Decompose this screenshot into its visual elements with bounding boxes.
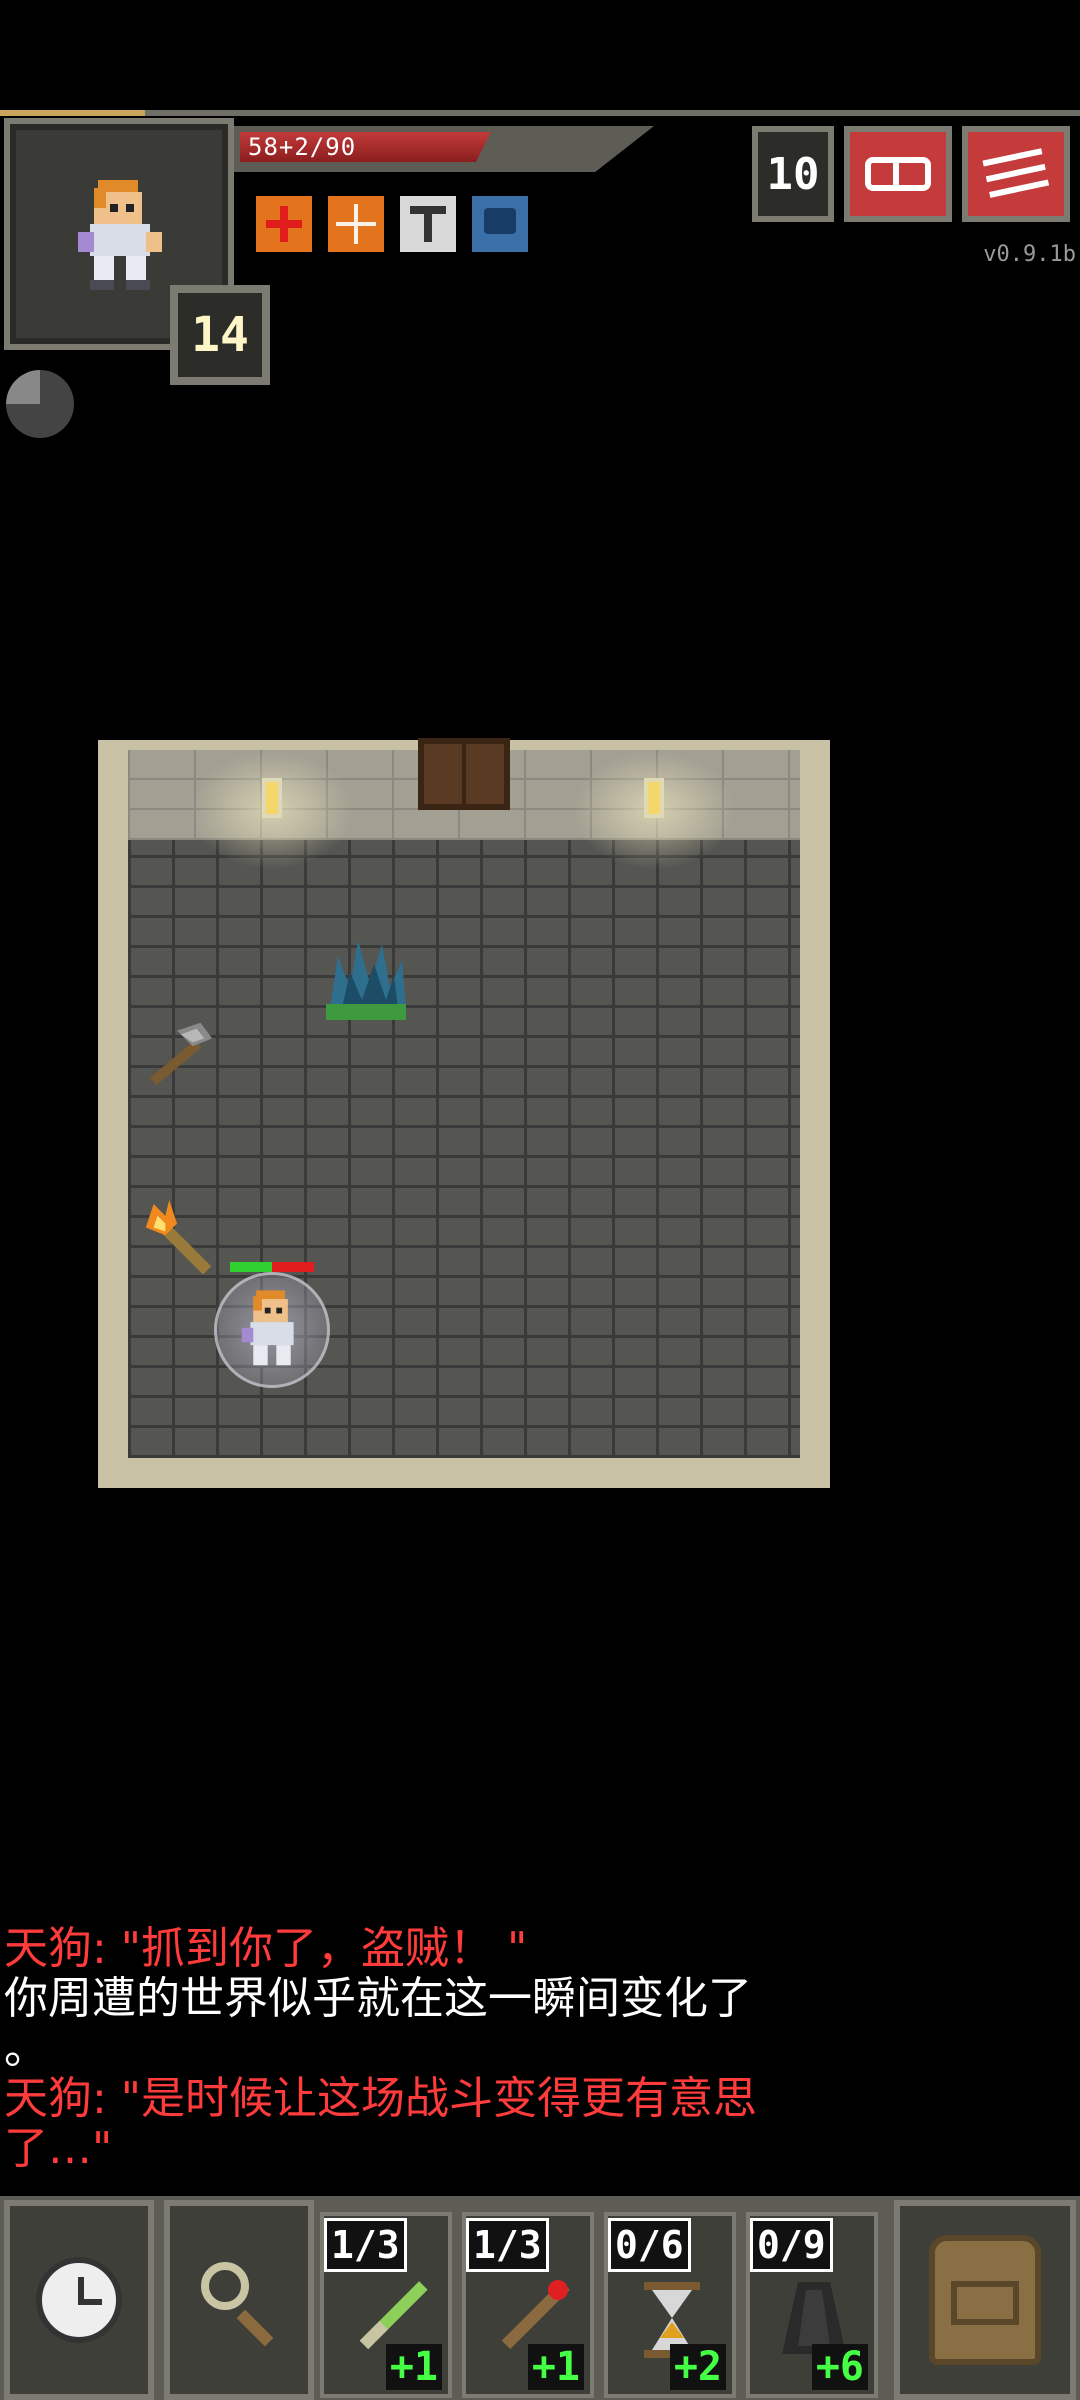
experience-bar xyxy=(0,110,145,116)
locked-floor-buff-icon[interactable] xyxy=(400,196,456,252)
hud-top-border xyxy=(0,110,1080,116)
hp-text: 58+2/90 xyxy=(248,133,357,161)
dungeon-depth-indicator[interactable]: 10 xyxy=(752,126,834,222)
quickslot-upgrade: +2 xyxy=(669,2344,726,2390)
wall-lamp-icon xyxy=(572,750,736,870)
hero-health-bar xyxy=(230,1262,272,1272)
quickslot-charges: 0/6 xyxy=(608,2218,691,2272)
quickslot-3[interactable]: 0/6 +2 xyxy=(604,2212,736,2398)
quickslot-charges: 1/3 xyxy=(324,2218,407,2272)
torch-icon[interactable] xyxy=(138,1200,216,1290)
quickslot-upgrade: +6 xyxy=(811,2344,868,2390)
log-line: 天狗: "抓到你了，盗贼！ " xyxy=(4,1923,528,1974)
magnifier-icon xyxy=(197,2258,281,2342)
journal-button[interactable] xyxy=(844,126,952,222)
shielded-buff-icon[interactable] xyxy=(328,196,384,252)
pickaxe-icon[interactable] xyxy=(134,1018,220,1094)
log-line: 了…" xyxy=(4,2123,113,2174)
quickslot-2[interactable]: 1/3 +1 xyxy=(462,2212,594,2398)
door[interactable] xyxy=(418,738,510,810)
hero-health-bar-missing xyxy=(272,1262,314,1272)
backpack-button[interactable] xyxy=(894,2200,1076,2400)
quickslot-charges: 0/9 xyxy=(750,2218,833,2272)
quickslot-1[interactable]: 1/3 +1 xyxy=(320,2212,452,2398)
message-log: 天狗: "抓到你了，盗贼！ " 你周遭的世界似乎就在这一瞬间变化了 。 天狗: … xyxy=(4,1924,864,2174)
hero-sprite-icon xyxy=(241,1290,294,1366)
hero-level-badge: 14 xyxy=(170,285,270,385)
log-line: 你周遭的世界似乎就在这一瞬间变化了 xyxy=(4,1973,752,2024)
wall-lamp-icon xyxy=(190,750,354,870)
log-line: 天狗: "是时候让这场战斗变得更有意思 xyxy=(4,2073,758,2124)
log-line: 。 xyxy=(4,2023,48,2074)
menu-button[interactable] xyxy=(962,126,1070,222)
version-label: v0.9.1b xyxy=(983,242,1076,267)
search-button[interactable] xyxy=(164,2200,314,2400)
journal-icon xyxy=(865,157,931,191)
plant-icon[interactable] xyxy=(318,928,414,1024)
clock-icon xyxy=(36,2257,122,2343)
quickslot-upgrade: +1 xyxy=(527,2344,584,2390)
busy-indicator-icon xyxy=(6,370,74,438)
quickslot-4[interactable]: 0/9 +6 xyxy=(746,2212,878,2398)
menu-icon xyxy=(981,142,1051,206)
hero-portrait-icon xyxy=(78,180,162,290)
wait-button[interactable] xyxy=(4,2200,154,2400)
quickslot-charges: 1/3 xyxy=(466,2218,549,2272)
bleeding-buff-icon[interactable] xyxy=(256,196,312,252)
quickslot-upgrade: +1 xyxy=(385,2344,442,2390)
barrier-buff-icon[interactable] xyxy=(472,196,528,252)
backpack-icon xyxy=(929,2235,1041,2365)
